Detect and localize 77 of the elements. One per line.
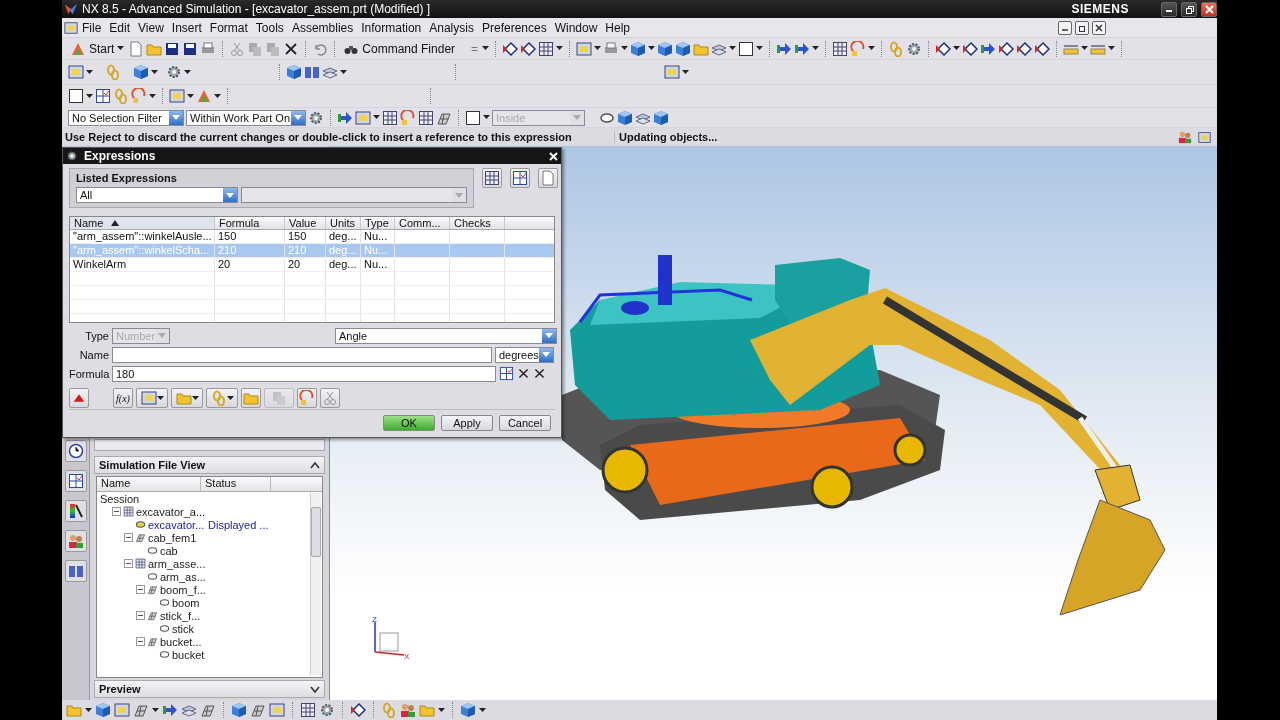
column-header[interactable]: Formula [215,217,285,229]
table-cell: "arm_assem"::winkelAusle... [70,230,215,243]
tree-item[interactable]: boom [172,596,200,609]
status-prompt: Use Reject to discard the current changes or double-click to insert a reference to this expression [65,131,615,143]
window-title: NX 8.5 - Advanced Simulation - [excavator_assem.prt (Modified) ] [82,2,432,16]
menu-item[interactable]: View [134,20,168,35]
section-header[interactable]: Simulation File View [94,456,325,474]
tree-item[interactable]: cab [160,544,178,557]
dialog-button[interactable]: Cancel [499,415,551,431]
table-cell: 150 [215,230,285,243]
menu-item[interactable]: Insert [167,20,206,35]
scope-dropdown[interactable]: Within Work Part On [186,109,306,126]
menu-item[interactable]: Help [601,20,635,35]
column-header[interactable]: Name [97,477,201,491]
dialog-button[interactable]: Apply [441,415,493,431]
column-header[interactable]: Comm... [395,217,450,229]
tree-item[interactable]: bucket [172,648,205,661]
function-button[interactable]: f(x) [113,388,133,408]
menu-item[interactable]: Preferences [477,20,551,35]
command-finder-button[interactable]: Command Finder [341,40,458,57]
start-button[interactable]: Start [68,40,127,57]
column-header[interactable]: Value [285,217,326,229]
section-header[interactable]: Preview [94,680,325,698]
table-cell: 210 [215,244,285,257]
table-cell: deg... [326,230,361,243]
table-cell: Nu... [361,258,395,271]
section-title: Preview [99,683,141,695]
table-cell: WinkelArm [70,258,215,271]
tree-item[interactable]: bucket... [160,635,202,648]
field-label: Formula [69,367,109,380]
table-cell: 20 [215,258,285,271]
tree-item[interactable]: arm_as... [160,570,206,583]
table-cell: Nu... [361,230,395,243]
group-title: Listed Expressions [76,172,178,184]
table-cell: deg... [326,258,361,271]
tree-item[interactable]: cab_fem1 [148,531,197,544]
menu-item[interactable]: File [78,20,106,35]
tree-item[interactable]: stick_f... [160,609,201,622]
menu-item[interactable]: Window [550,20,602,35]
table-cell: "arm_assem"::winkelScha... [70,244,215,257]
column-header[interactable]: Type [361,217,395,229]
brand-logo: SIEMENS [1071,2,1129,16]
dialog-button[interactable]: OK [383,415,435,431]
menu-item[interactable]: Assemblies [287,20,358,35]
tree-item[interactable]: boom_f... [160,583,206,596]
column-header[interactable]: Status [201,477,271,491]
table-cell: 210 [285,244,326,257]
formula-input[interactable]: 180 [112,365,496,382]
column-header[interactable]: Name [70,217,215,229]
table-row[interactable]: "arm_assem"::winkelAusle... 150 150 deg... Nu... [70,230,554,244]
menu-item[interactable]: Analysis [425,20,478,35]
menu-item[interactable]: Format [205,20,252,35]
table-cell: 150 [285,230,326,243]
status-cell-text: Displayed ... [207,518,269,531]
tree-item[interactable]: arm_asse... [148,557,206,570]
selection-filter-dropdown[interactable]: No Selection Filter [68,109,184,126]
tree-item[interactable]: excavator_a... [136,505,206,518]
field-label: Type [84,329,109,342]
filter-dropdown[interactable]: All [76,187,238,203]
units-dropdown[interactable]: degrees [495,346,554,363]
table-cell: 20 [285,258,326,271]
field-label: Name [78,348,109,361]
dimension-dropdown[interactable]: Angle [335,327,557,344]
tree-item[interactable]: Session [100,492,140,505]
menu-item[interactable]: Edit [105,20,135,35]
tree-item[interactable]: excavator... [148,518,205,531]
table-cell: deg... [326,244,361,257]
status-message: Updating objects... [618,131,719,143]
dialog-title: Expressions [84,149,157,163]
menu-item[interactable]: Information [357,20,426,35]
column-header[interactable]: Checks [450,217,505,229]
section-title: Simulation File View [99,459,206,471]
table-row[interactable]: WinkelArm 20 20 deg... Nu... [70,258,554,272]
table-cell: Nu... [361,244,395,257]
menu-item[interactable]: Tools [251,20,288,35]
tree-item[interactable]: stick [172,622,194,635]
column-header[interactable]: Units [326,217,361,229]
